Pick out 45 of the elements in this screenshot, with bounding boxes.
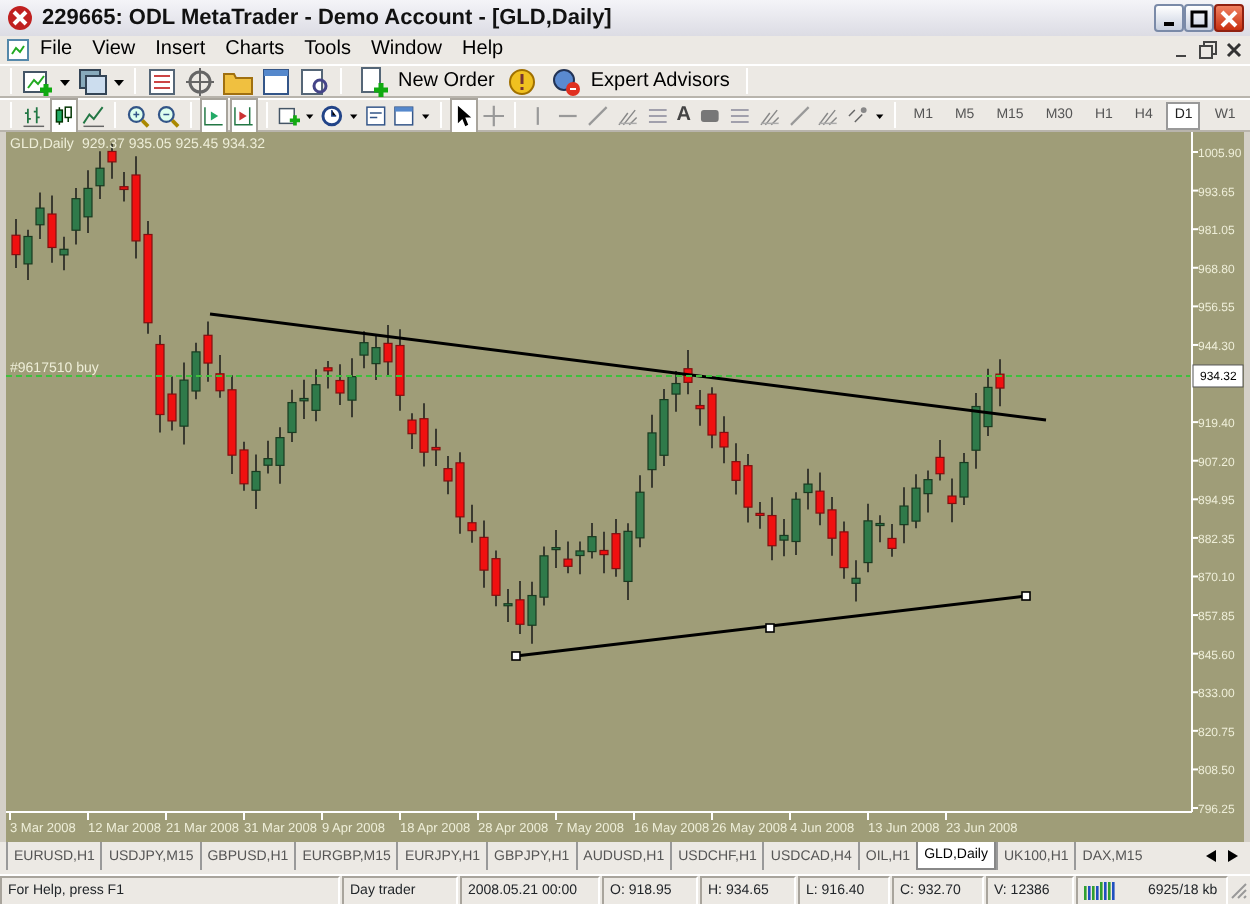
maximize-icon — [1190, 9, 1208, 27]
scroll-left-icon[interactable] — [1206, 850, 1216, 862]
menu-item[interactable]: Window — [360, 36, 453, 64]
minimize-button[interactable] — [1154, 4, 1184, 32]
profiles-icon[interactable] — [76, 65, 108, 97]
cursor-icon[interactable] — [451, 99, 476, 131]
caret-icon[interactable] — [422, 111, 430, 119]
minimize-icon — [1163, 21, 1175, 25]
menu-item[interactable]: Insert — [145, 36, 216, 64]
autotrading-icon[interactable] — [506, 65, 539, 97]
menu-item[interactable]: Help — [452, 36, 514, 64]
trendline[interactable] — [209, 312, 1047, 422]
caret-icon[interactable] — [876, 111, 884, 119]
maximize-button[interactable] — [1184, 4, 1214, 32]
menu-item[interactable]: File — [30, 36, 83, 64]
navigator-icon[interactable] — [184, 65, 216, 97]
expert-advisors-button[interactable]: Expert Advisors — [544, 65, 736, 97]
expert-icon[interactable] — [550, 65, 583, 97]
caret-icon[interactable] — [114, 77, 124, 85]
close-button[interactable] — [1214, 4, 1244, 32]
restore-icon[interactable] — [1198, 40, 1218, 60]
text-tool[interactable]: A — [674, 100, 693, 130]
menu-item[interactable]: Tools — [294, 36, 361, 64]
resize-grip-icon[interactable] — [1230, 882, 1248, 900]
chart-shift-icon[interactable] — [231, 99, 256, 131]
chart-window-icon[interactable] — [6, 38, 30, 62]
close-icon[interactable] — [1224, 40, 1244, 60]
connection-icon — [1084, 882, 1116, 900]
caret-icon[interactable] — [349, 111, 358, 119]
caret-icon[interactable] — [306, 111, 315, 119]
market-watch-icon[interactable] — [146, 65, 178, 97]
new-order-button[interactable]: New Order — [352, 65, 501, 97]
caret-icon[interactable] — [60, 77, 70, 85]
candlestick-icon[interactable] — [51, 99, 76, 131]
trendline[interactable] — [511, 591, 1031, 661]
menu-item[interactable]: Charts — [215, 36, 295, 64]
window-title: 229665: ODL MetaTrader - Demo Account - [GLD,Daily] — [42, 3, 614, 34]
order-icon[interactable] — [358, 65, 390, 97]
menu-item[interactable]: View — [82, 36, 146, 64]
terminal-icon[interactable] — [260, 65, 292, 97]
order-line[interactable] — [6, 375, 1191, 377]
autoscroll-icon[interactable] — [201, 99, 226, 131]
app-icon — [6, 4, 34, 32]
scroll-right-icon[interactable] — [1228, 850, 1238, 862]
close-icon — [1220, 9, 1238, 27]
